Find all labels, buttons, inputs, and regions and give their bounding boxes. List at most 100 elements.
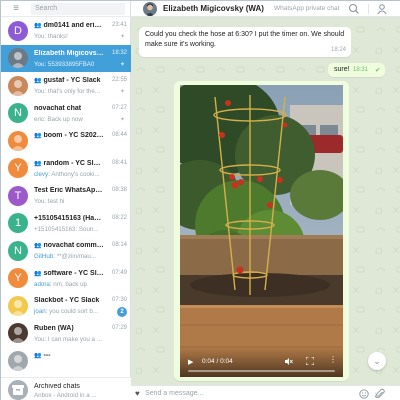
video-player[interactable]: ▶ 0:04 / 0:04 ⋮ <box>180 85 343 377</box>
video-progress-bar[interactable] <box>188 370 335 372</box>
chat-time: 07:49 <box>111 269 127 276</box>
chat-name: 👥 gustaf - YC Slack <box>34 77 104 84</box>
message-time: 18:31 <box>353 67 369 73</box>
heart-icon[interactable]: ♥ <box>135 389 140 398</box>
group-icon: 👥 <box>34 270 42 277</box>
emoji-icon[interactable] <box>359 389 369 399</box>
message-text: sure! <box>334 66 350 73</box>
preview-text: nm, back up <box>53 280 87 288</box>
chat-name-text: Test Eric WhatsApp (... <box>34 187 104 194</box>
group-icon: 👥 <box>34 243 42 249</box>
chat-preview: +15105415163: Soun... <box>34 226 104 233</box>
chat-preview: You: that's only for the... <box>34 88 104 95</box>
chat-time: 07:29 <box>111 324 127 331</box>
search-input[interactable]: Search <box>31 2 125 15</box>
message-input[interactable]: Send a message... <box>145 388 345 399</box>
chat-list-item[interactable]: Y 👥 random - YC Slack 08:41 clevy: Anthony's… <box>1 155 131 183</box>
sidebar-top-bar: ≡ Search <box>1 1 131 17</box>
scroll-to-bottom-button[interactable]: ⌄ <box>368 352 386 370</box>
chat-name-text: dm0141 and eric... <box>43 22 104 29</box>
chat-list[interactable]: D 👥 dm0141 and eric... 23:41 You: thanks! ✦ El… <box>1 17 131 377</box>
chat-list-item[interactable]: T Test Eric WhatsApp (... 08:38 You: test h… <box>1 182 131 210</box>
chat-list-item[interactable]: 1 +15105415163 (Hang... 08:22 +15105415163:… <box>1 210 131 238</box>
chat-preview: eric: Back up now <box>34 116 104 123</box>
mute-icon[interactable] <box>284 357 293 366</box>
message-time: 18:24 <box>330 46 346 53</box>
message-text-line-2: make sure it's working. <box>145 40 216 48</box>
message-composer: ♥ Send a message... <box>131 385 400 400</box>
chat-avatar <box>8 75 28 96</box>
preview-text: You: thanks! <box>34 33 68 40</box>
chat-avatar <box>8 48 28 68</box>
archived-preview: Anbox - Android in a ... <box>34 392 97 399</box>
chat-name-text: Ruben (WA) <box>34 324 74 332</box>
chat-time: 22:55 <box>111 77 127 83</box>
chat-name-text: random - YC Slack <box>43 159 104 167</box>
chat-avatar <box>8 130 28 151</box>
incoming-message[interactable]: Could you check the hose at 6:30? I put … <box>139 27 351 57</box>
chat-name-text: novachat commits <box>43 242 104 249</box>
chat-list-item[interactable]: Slackbot - YC Slack 07:30 joan: you could … <box>1 292 131 320</box>
header-divider <box>368 4 369 14</box>
chat-name-text: +15105415163 (Hang... <box>34 214 104 222</box>
chat-preview: joan: you could sort b... <box>34 308 104 315</box>
contact-name[interactable]: Elizabeth Migicovsky (WA) <box>163 4 264 13</box>
chat-avatar <box>8 323 28 343</box>
chat-avatar: Y <box>8 158 28 178</box>
chat-list-item[interactable]: 👥 --- <box>1 347 131 375</box>
archived-chats[interactable]: Archived chats Anbox - Android in a ... <box>1 377 131 400</box>
chat-list-item[interactable]: Ruben (WA) 07:29 You: I can make you a ... <box>1 320 131 348</box>
chat-list-item[interactable]: D 👥 dm0141 and eric... 23:41 You: thanks! ✦ <box>1 17 131 45</box>
chat-avatar: D <box>8 20 28 41</box>
unread-badge: 2 <box>117 307 127 317</box>
outgoing-message[interactable]: sure! 18:31 ✔ <box>328 63 385 77</box>
preview-text: You: test hi <box>34 198 65 205</box>
hamburger-menu-icon[interactable]: ≡ <box>1 1 31 17</box>
preview-sender: GitHub: <box>34 253 55 260</box>
chat-avatar: 1 <box>8 213 28 233</box>
chat-preview: You: 553933895FBA0 <box>34 61 104 68</box>
chat-name: 👥 software - YC Slack <box>34 270 104 277</box>
contact-avatar[interactable] <box>143 2 157 16</box>
chat-name: 👥 random - YC Slack <box>34 160 104 167</box>
chat-name: Slackbot - YC Slack <box>34 297 104 304</box>
chat-name: 👥 novachat commits <box>34 242 104 249</box>
preview-text: you could sort b... <box>49 308 98 315</box>
video-time: 0:04 / 0:04 <box>202 358 233 365</box>
pin-icon: ✦ <box>119 89 125 95</box>
chat-list-item[interactable]: Y 👥 software - YC Slack 07:49 adora: nm, bac… <box>1 265 131 293</box>
chat-name-text: boom - YC S2020 ... <box>43 132 104 139</box>
chat-list-item[interactable]: Nnovachat chat 07:27 eric: Back up now ✦ <box>1 100 131 128</box>
chat-list-item[interactable]: 👥 boom - YC S2020 ... 08:44 <box>1 127 131 155</box>
chat-time: 08:38 <box>111 187 127 193</box>
chat-name-text: novachat chat <box>34 104 82 112</box>
search-icon[interactable] <box>348 3 360 15</box>
play-icon[interactable]: ▶ <box>188 358 193 366</box>
profile-icon[interactable] <box>376 3 388 15</box>
sidebar: ≡ Search D 👥 dm0141 and eric... 23:41 You: t… <box>1 1 131 400</box>
archive-icon <box>8 380 28 400</box>
chat-list-item[interactable]: 👥 gustaf - YC Slack 22:55 You: that's only … <box>1 72 131 100</box>
chat-name: Test Eric WhatsApp (... <box>34 187 104 194</box>
chat-avatar <box>8 350 28 371</box>
fullscreen-icon[interactable] <box>305 356 315 366</box>
chat-avatar: N <box>8 240 28 261</box>
attachment-icon[interactable] <box>374 388 385 399</box>
chat-time: 08:41 <box>111 159 127 166</box>
preview-text: You: I can make you a ... <box>34 335 102 343</box>
chat-list-item[interactable]: Elizabeth Migicovsky... 18:32 You: 5539338… <box>1 44 131 72</box>
chat-avatar: N <box>8 103 28 123</box>
chat-type-status: WhatsApp private chat <box>274 5 340 12</box>
chat-list-item[interactable]: N 👥 novachat commits 08:14 GitHub: **@ziin/m… <box>1 237 131 265</box>
group-icon: 👥 <box>34 23 42 29</box>
chat-time: 07:27 <box>111 104 127 111</box>
chevron-down-icon: ⌄ <box>373 355 381 366</box>
pin-icon: ✦ <box>119 116 125 123</box>
chat-preview: You: thanks! <box>34 33 104 40</box>
preview-text: You: 553933895FBA0 <box>34 60 95 68</box>
pin-icon: ✦ <box>119 61 125 68</box>
more-options-icon[interactable]: ⋮ <box>329 356 337 364</box>
chat-avatar: T <box>8 185 28 206</box>
message-text-line-1: Could you check the hose at 6:30? I put … <box>145 31 345 38</box>
chat-preview: You: test hi <box>34 198 104 205</box>
